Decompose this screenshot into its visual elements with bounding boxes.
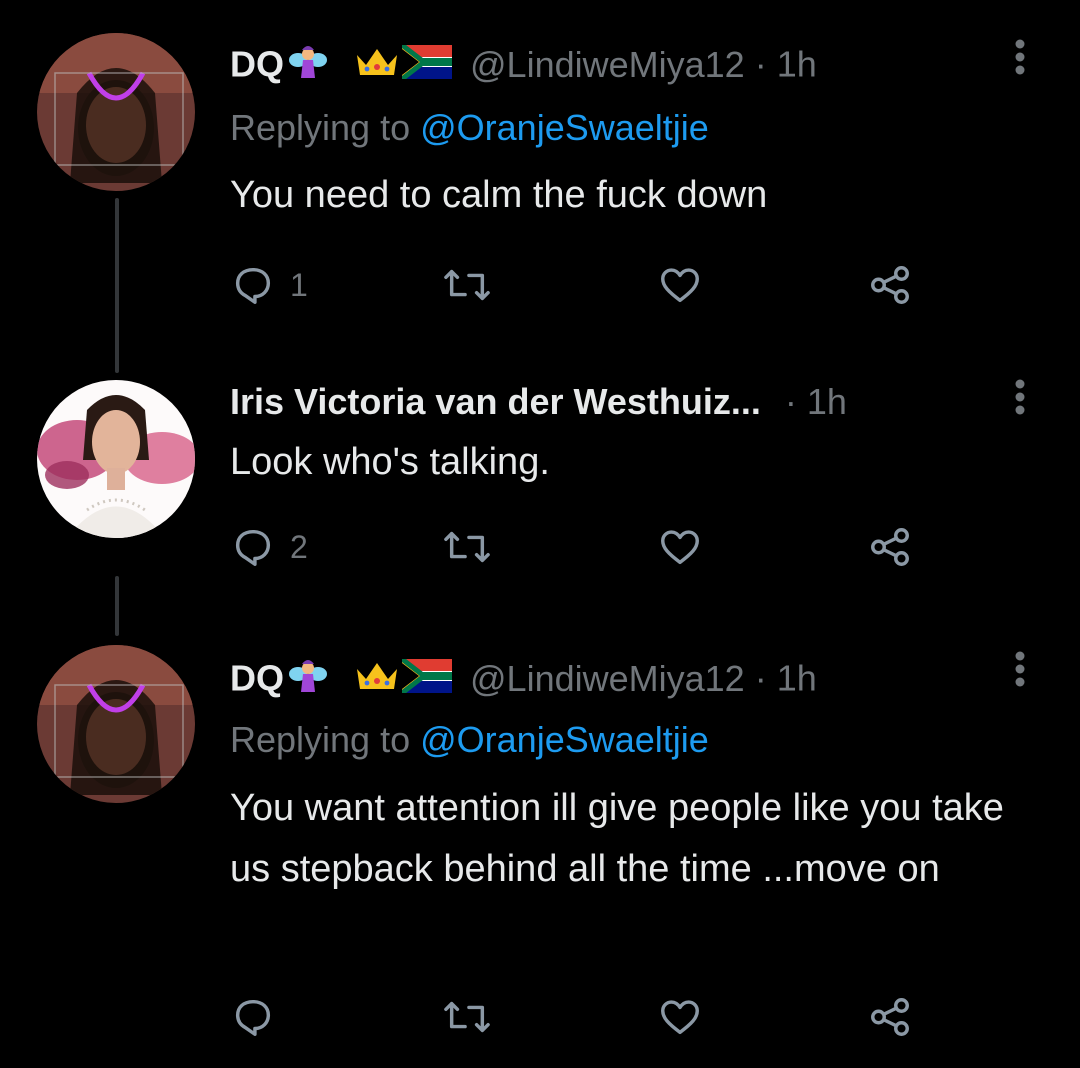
avatar[interactable]	[37, 33, 195, 191]
replying-to: Replying to @OranjeSwaeltjie	[230, 718, 709, 762]
retweet-icon	[444, 531, 490, 563]
like-button[interactable]	[656, 260, 718, 310]
retweet-icon	[444, 269, 490, 301]
separator-dot: ·	[754, 43, 767, 85]
tweet-time[interactable]: 1h	[777, 658, 817, 699]
tweet-actions	[230, 992, 1030, 1042]
reply-count: 1	[290, 266, 308, 303]
heart-icon	[661, 1000, 699, 1035]
author-name[interactable]: Iris Victoria van der Westhuiz...	[230, 381, 761, 422]
reply-icon	[235, 999, 271, 1036]
tweet-header: Iris Victoria van der Westhuiz... · 1h	[230, 380, 980, 424]
avatar[interactable]	[37, 380, 195, 538]
replying-to: Replying to @OranjeSwaeltjie	[230, 106, 709, 150]
heart-icon	[661, 268, 699, 303]
crown-emoji	[354, 659, 400, 703]
tweet-1[interactable]: DQ @LindiweMiya12 · 1h Replying to @Oran…	[0, 0, 1080, 373]
replying-prefix: Replying to	[230, 107, 411, 148]
share-button[interactable]	[866, 522, 914, 572]
tweet-3[interactable]: DQ @LindiweMiya12 · 1h Replying to @Oran…	[0, 640, 1080, 1068]
share-button[interactable]	[866, 260, 914, 310]
fairy-emoji	[288, 656, 328, 706]
replying-to-link[interactable]: @OranjeSwaeltjie	[420, 719, 709, 760]
tweet-time[interactable]: 1h	[807, 381, 847, 422]
reply-button[interactable]: 1	[230, 260, 308, 310]
author-name[interactable]: DQ	[230, 44, 284, 85]
retweet-icon	[444, 1001, 490, 1033]
retweet-button[interactable]	[442, 522, 506, 572]
tweet-2[interactable]: Iris Victoria van der Westhuiz... · 1h L…	[0, 340, 1080, 640]
separator-dot: ·	[754, 657, 767, 699]
like-button[interactable]	[656, 522, 718, 572]
tweet-actions: 2	[230, 522, 1030, 572]
tweet-text: You need to calm the fuck down	[230, 174, 768, 216]
reply-button[interactable]: 2	[230, 522, 308, 572]
tweet-time[interactable]: 1h	[777, 44, 817, 85]
separator-dot: ·	[784, 381, 797, 422]
tweet-header: DQ @LindiweMiya12 · 1h	[230, 656, 980, 700]
share-icon	[871, 528, 909, 566]
tweet-text: Look who's talking.	[230, 441, 550, 483]
crown-emoji	[354, 45, 400, 89]
reply-button[interactable]	[230, 992, 290, 1042]
author-handle[interactable]: @LindiweMiya12	[470, 44, 745, 85]
south-africa-flag-emoji	[400, 43, 452, 89]
replying-to-link[interactable]: @OranjeSwaeltjie	[420, 107, 709, 148]
heart-icon	[661, 530, 699, 565]
reply-icon	[235, 267, 271, 304]
tweet-text: You want attention ill give people like …	[230, 787, 1004, 890]
retweet-button[interactable]	[442, 260, 506, 310]
south-africa-flag-emoji	[400, 657, 452, 703]
share-icon	[871, 266, 909, 304]
share-button[interactable]	[866, 992, 914, 1042]
replying-prefix: Replying to	[230, 719, 411, 760]
more-vertical-icon[interactable]	[1004, 36, 1036, 80]
more-vertical-icon[interactable]	[1004, 376, 1036, 420]
share-icon	[871, 998, 909, 1036]
author-name[interactable]: DQ	[230, 658, 284, 699]
more-vertical-icon[interactable]	[1004, 648, 1036, 692]
author-handle[interactable]: @LindiweMiya12	[470, 658, 745, 699]
retweet-button[interactable]	[442, 992, 506, 1042]
reply-count: 2	[290, 528, 308, 565]
like-button[interactable]	[656, 992, 718, 1042]
avatar[interactable]	[37, 645, 195, 803]
reply-icon	[235, 529, 271, 566]
tweet-header: DQ @LindiweMiya12 · 1h	[230, 42, 980, 86]
thread-connector	[115, 576, 119, 636]
fairy-emoji	[288, 42, 328, 92]
tweet-actions: 1	[230, 260, 1030, 310]
